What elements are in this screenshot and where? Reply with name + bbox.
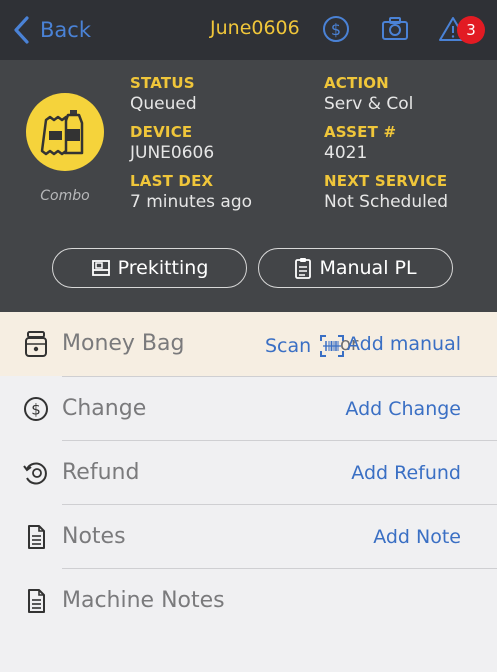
asset-label: ASSET #	[324, 123, 397, 141]
svg-text:$: $	[31, 401, 41, 419]
clipboard-icon	[295, 258, 312, 279]
next-service-field: NEXT SERVICE Not Scheduled	[324, 172, 448, 212]
back-button[interactable]: Back	[8, 14, 91, 46]
change-row: $ Change Add Change	[0, 377, 497, 441]
refund-label: Refund	[62, 460, 140, 485]
status-field: STATUS Queued	[130, 74, 197, 114]
machine-type-label: Combo	[40, 188, 90, 204]
money-bag-row: Money Bag Scan or Add manual	[0, 312, 497, 376]
next-service-label: NEXT SERVICE	[324, 172, 448, 190]
device-field: DEVICE JUNE0606	[130, 123, 214, 163]
back-label: Back	[40, 18, 91, 42]
machine-notes-label: Machine Notes	[62, 588, 225, 613]
page-title: June0606	[210, 17, 300, 39]
status-label: STATUS	[130, 74, 195, 92]
manual-pl-label: Manual PL	[319, 257, 417, 279]
scan-button[interactable]: Scan	[265, 334, 345, 358]
add-manual-link[interactable]: Add manual	[347, 333, 461, 355]
action-field: ACTION Serv & Col	[324, 74, 413, 114]
notes-label: Notes	[62, 524, 126, 549]
machine-avatar	[26, 93, 104, 171]
dollar-circle-icon: $	[24, 397, 48, 421]
action-label: ACTION	[324, 74, 389, 92]
prekitting-label: Prekitting	[117, 257, 209, 279]
refund-row: Refund Add Refund	[0, 441, 497, 505]
prekit-box-icon	[91, 260, 110, 276]
notes-row: Notes Add Note	[0, 505, 497, 569]
machine-summary-panel: Combo STATUS Queued ACTION Serv & Col DE…	[0, 60, 497, 312]
money-bag-label: Money Bag	[62, 331, 185, 356]
chevron-left-icon	[14, 16, 29, 44]
add-refund-link[interactable]: Add Refund	[351, 462, 461, 484]
asset-value: 4021	[324, 143, 368, 163]
refund-icon	[23, 462, 47, 485]
camera-icon[interactable]	[380, 14, 410, 44]
last-dex-value: 7 minutes ago	[130, 192, 253, 212]
snack-bottle-icon	[40, 110, 84, 156]
manual-pl-button[interactable]: Manual PL	[258, 248, 453, 288]
alert-count-badge[interactable]: 3	[457, 16, 485, 44]
prekitting-button[interactable]: Prekitting	[52, 248, 247, 288]
status-value: Queued	[130, 94, 197, 114]
device-value: JUNE0606	[130, 143, 215, 163]
device-label: DEVICE	[130, 123, 193, 141]
machine-notes-row[interactable]: Machine Notes	[0, 569, 497, 633]
document-icon	[28, 589, 45, 613]
dollar-icon[interactable]: $	[321, 14, 351, 44]
document-icon	[28, 525, 45, 549]
add-change-link[interactable]: Add Change	[345, 398, 461, 420]
asset-field: ASSET # 4021	[324, 123, 396, 163]
money-bag-icon	[25, 331, 47, 357]
svg-text:$: $	[331, 20, 341, 39]
action-value: Serv & Col	[324, 94, 414, 114]
navigation-bar: Back June0606 $ 3	[0, 0, 497, 60]
change-label: Change	[62, 396, 147, 421]
last-dex-field: LAST DEX 7 minutes ago	[130, 172, 252, 212]
add-note-link[interactable]: Add Note	[373, 526, 461, 548]
next-service-value: Not Scheduled	[324, 192, 449, 212]
last-dex-label: LAST DEX	[130, 172, 214, 190]
scan-label: Scan	[265, 335, 312, 357]
